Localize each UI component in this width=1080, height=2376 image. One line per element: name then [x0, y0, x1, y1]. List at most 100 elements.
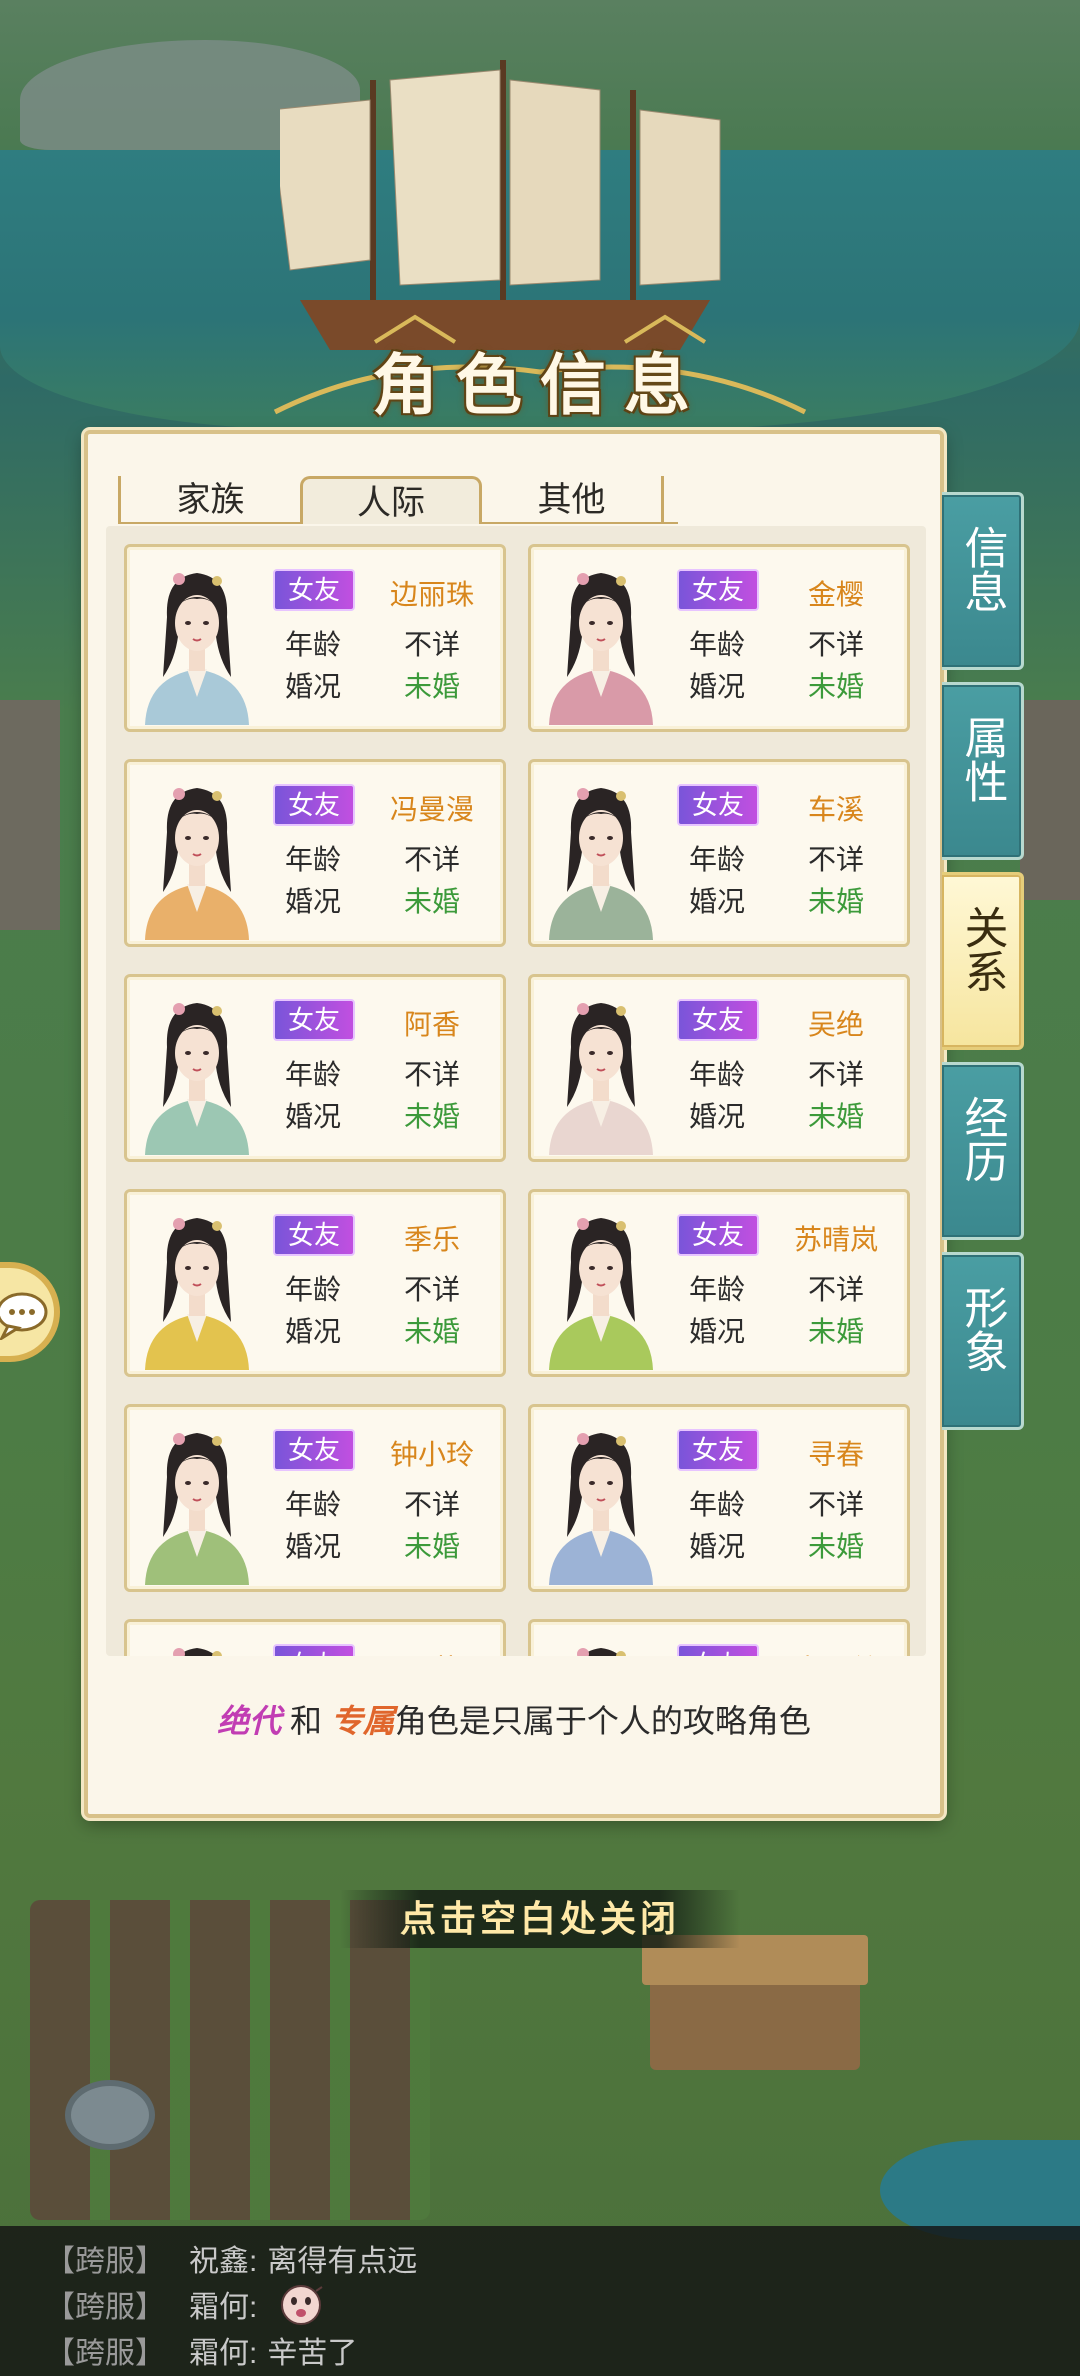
keyword-exclusive: 专属	[330, 1702, 395, 1740]
marriage-value: 未婚	[403, 1316, 460, 1347]
dialog-title: 角色信息	[372, 346, 708, 424]
character-card[interactable]: 女友春尽丝年龄婚况	[528, 1619, 910, 1656]
chat-channel: 【跨服】	[45, 2245, 165, 2278]
character-portrait	[549, 788, 653, 940]
age-value: 不详	[403, 1489, 460, 1520]
character-card[interactable]: 女友 寻春 年龄 不详 婚况 未婚	[528, 1404, 910, 1592]
character-card[interactable]: 女友 苏晴岚 年龄 不详 婚况 未婚	[528, 1189, 910, 1377]
character-portrait	[549, 1433, 653, 1585]
character-name: 边丽珠	[389, 579, 474, 610]
character-card[interactable]: 女友 车溪年龄 不详婚况 未婚	[528, 759, 910, 947]
tab-relations[interactable]: 人际	[300, 476, 482, 524]
age-label: 年龄	[689, 844, 746, 875]
age-label: 年龄	[285, 1274, 342, 1305]
marriage-label: 婚况	[285, 671, 342, 702]
character-list[interactable]: 女友 边丽珠 年龄 不详 婚况 未婚 女友 金樱 年龄 不详 婚况 未婚 女友 冯曼漫 年龄 不详 婚况 未婚 女友…	[106, 526, 926, 1656]
character-card[interactable]: 女友 吴绝年龄 不详婚况 未婚	[528, 974, 910, 1162]
marriage-value: 未婚	[807, 886, 864, 917]
note-text: 角色是只属于个人的攻略角色	[394, 1703, 811, 1739]
marriage-value: 未婚	[403, 1101, 460, 1132]
character-name: 冯曼漫	[389, 794, 474, 825]
marriage-label: 婚况	[689, 1531, 746, 1562]
pond	[880, 2140, 1080, 2240]
city-wall-left	[0, 700, 60, 930]
relation-tag: 女友	[273, 1214, 355, 1256]
note-and: 和	[281, 1703, 331, 1739]
relation-tag: 女友	[677, 1214, 759, 1256]
age-value: 不详	[807, 844, 864, 875]
character-portrait	[145, 788, 249, 940]
character-portrait	[549, 1003, 653, 1155]
character-card[interactable]: 女友 钟小玲 年龄 不详 婚况 未婚	[124, 1404, 506, 1592]
relation-tag: 女友	[677, 1644, 759, 1656]
age-label: 年龄	[285, 1489, 342, 1520]
close-hint[interactable]: 点击空白处关闭	[340, 1890, 740, 1948]
character-portrait	[145, 573, 249, 725]
character-card[interactable]: 女友 季乐 年龄 不详 婚况 未婚	[124, 1189, 506, 1377]
age-value: 不详	[403, 1274, 460, 1305]
character-name: 季乐	[403, 1224, 460, 1255]
age-label: 年龄	[689, 1274, 746, 1305]
character-name: 寻春	[807, 1439, 864, 1470]
relation-tag: 女友	[273, 784, 355, 826]
age-label: 年龄	[285, 1059, 342, 1090]
age-value: 不详	[807, 629, 864, 660]
side-tab-info[interactable]: 信息	[942, 492, 1024, 670]
side-tab-relations[interactable]: 关系	[942, 872, 1024, 1050]
side-tab-label: 形象	[956, 1285, 1008, 1373]
chat-log[interactable]: 【跨服】 祝鑫: 离得有点远 【跨服】 霜何: 【跨服】 霜何: 辛苦了	[0, 2226, 1080, 2376]
age-label: 年龄	[689, 1059, 746, 1090]
side-tab-label: 信息	[956, 525, 1008, 613]
side-tab-label: 属性	[956, 715, 1008, 803]
chat-channel: 【跨服】	[45, 2337, 165, 2370]
character-portrait	[549, 1218, 653, 1370]
character-name: 春尽丝	[771, 1648, 901, 1656]
marriage-value: 未婚	[807, 1101, 864, 1132]
tab-other[interactable]: 其他	[482, 476, 664, 524]
side-tab-experience[interactable]: 经历	[942, 1062, 1024, 1240]
top-tab-bar: 家族 人际 其他	[118, 476, 678, 524]
city-wall-right	[1020, 700, 1080, 900]
relation-tag: 女友	[677, 784, 759, 826]
marriage-value: 未婚	[403, 671, 460, 702]
character-portrait	[145, 1433, 249, 1585]
age-label: 年龄	[285, 629, 342, 660]
chat-line: 【跨服】 霜何: 辛苦了	[45, 2328, 357, 2374]
age-label: 年龄	[689, 629, 746, 660]
character-name: 巧芸	[367, 1648, 497, 1656]
age-value: 不详	[807, 1059, 864, 1090]
chat-line: 【跨服】 祝鑫: 离得有点远	[45, 2236, 417, 2282]
character-card[interactable]: 女友 冯曼漫 年龄 不详 婚况 未婚	[124, 759, 506, 947]
age-label: 年龄	[285, 844, 342, 875]
character-card[interactable]: 女友巧芸年龄婚况	[124, 1619, 506, 1656]
marriage-label: 婚况	[689, 886, 746, 917]
age-label: 年龄	[689, 1489, 746, 1520]
side-tab-attributes[interactable]: 属性	[942, 682, 1024, 860]
relation-tag: 女友	[677, 999, 759, 1041]
relation-tag: 女友	[677, 1429, 759, 1471]
marriage-label: 婚况	[689, 1101, 746, 1132]
character-card[interactable]: 女友 边丽珠年龄 不详婚况 未婚	[124, 544, 506, 732]
age-value: 不详	[403, 1059, 460, 1090]
marriage-value: 未婚	[807, 1531, 864, 1562]
relation-tag: 女友	[273, 569, 355, 611]
marriage-label: 婚况	[285, 886, 342, 917]
character-portrait	[173, 1648, 222, 1656]
character-name: 钟小玲	[389, 1439, 474, 1470]
marriage-value: 未婚	[807, 671, 864, 702]
character-portrait	[549, 573, 653, 725]
keyword-peerless: 绝代	[217, 1702, 282, 1740]
chat-line: 【跨服】 霜何:	[45, 2282, 326, 2328]
character-card[interactable]: 女友 金樱 年龄 不详 婚况 未婚	[528, 544, 910, 732]
character-name: 车溪	[807, 794, 864, 825]
face-emoji-icon	[280, 2285, 323, 2326]
tab-family[interactable]: 家族	[118, 476, 300, 524]
chat-message: 离得有点远	[267, 2245, 418, 2278]
age-value: 不详	[403, 629, 460, 660]
thatched-hut	[642, 1935, 868, 2070]
character-name: 吴绝	[807, 1009, 864, 1040]
character-portrait	[145, 1218, 249, 1370]
relation-tag: 女友	[273, 1644, 355, 1656]
character-card[interactable]: 女友 阿香 年龄 不详 婚况 未婚	[124, 974, 506, 1162]
side-tab-appearance[interactable]: 形象	[942, 1252, 1024, 1430]
